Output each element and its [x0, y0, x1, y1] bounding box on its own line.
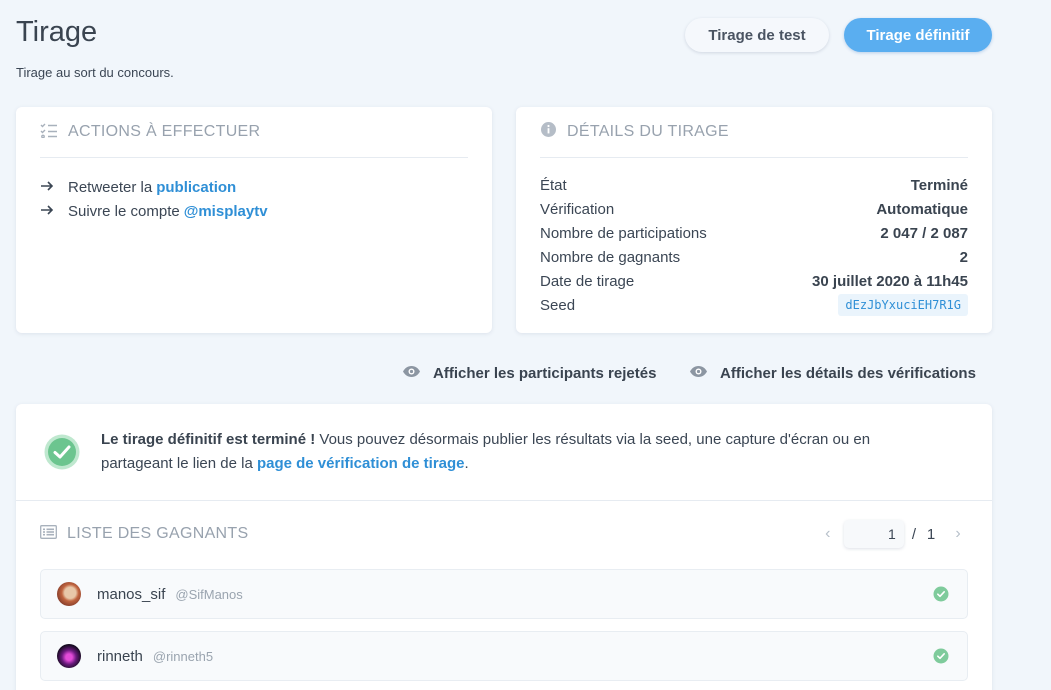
winner-row[interactable]: rinneth @rinneth5 [40, 631, 968, 681]
checklist-icon [40, 122, 58, 143]
check-circle-icon [44, 434, 80, 475]
arrow-right-icon [40, 179, 56, 196]
winners-title: LISTE DES GAGNANTS [67, 525, 249, 542]
final-draw-button[interactable]: Tirage définitif [844, 18, 992, 52]
eye-icon [689, 365, 708, 382]
details-card-header: DÉTAILS DU TIRAGE [540, 107, 968, 158]
action-item-follow: Suivre le compte @misplaytv [40, 199, 268, 223]
detail-label: Date de tirage [540, 272, 635, 290]
details-card: DÉTAILS DU TIRAGE État Terminé Vérificat… [516, 107, 992, 333]
avatar [57, 644, 81, 668]
result-message-bold: Le tirage définitif est terminé ! [101, 431, 316, 448]
eye-icon [402, 365, 421, 382]
page-subtitle: Tirage au sort du concours. [16, 65, 174, 80]
result-message: Le tirage définitif est terminé ! Vous p… [101, 428, 932, 476]
page-input[interactable] [843, 520, 904, 548]
winner-handle: @SifManos [175, 586, 243, 602]
chevron-left-icon[interactable]: ‹ [818, 525, 838, 543]
avatar [57, 582, 81, 606]
page-title: Tirage [16, 16, 98, 48]
result-message-end: . [464, 455, 469, 472]
winner-handle: @rinneth5 [152, 648, 214, 664]
show-rejected-label: Afficher les participants rejetés [433, 365, 657, 382]
publication-link[interactable]: publication [156, 179, 236, 196]
divider [16, 500, 992, 501]
actions-card-header: ACTIONS À EFFECTUER [40, 107, 468, 158]
chevron-right-icon[interactable]: › [948, 525, 968, 543]
actions-card: ACTIONS À EFFECTUER Retweeter la publica… [16, 107, 492, 333]
seed-code: dEzJbYxuciEH7R1G [838, 294, 968, 316]
account-link[interactable]: @misplaytv [184, 203, 268, 220]
winner-name: manos_sif [97, 585, 166, 603]
show-verifications-label: Afficher les détails des vérifications [720, 365, 976, 382]
check-circle-icon [933, 648, 949, 669]
winner-name: rinneth [97, 647, 143, 665]
result-card: Le tirage définitif est terminé ! Vous p… [16, 404, 992, 690]
detail-label: Seed [540, 296, 576, 314]
actions-list: Retweeter la publication Suivre le compt… [40, 175, 268, 223]
show-rejected-link[interactable]: Afficher les participants rejetés [402, 365, 656, 382]
detail-value: 30 juillet 2020 à 11h45 [812, 272, 968, 290]
list-icon [40, 524, 57, 544]
detail-label: État [540, 176, 567, 194]
test-draw-button[interactable]: Tirage de test [685, 18, 829, 52]
details-card-title: DÉTAILS DU TIRAGE [567, 123, 729, 140]
page-total: 1 [926, 525, 936, 543]
detail-label: Nombre de participations [540, 224, 707, 242]
detail-label: Vérification [540, 200, 615, 218]
detail-row-verification: Vérification Automatique [540, 197, 968, 221]
arrow-right-icon [40, 203, 56, 220]
detail-value: 2 [959, 248, 968, 266]
show-verifications-link[interactable]: Afficher les détails des vérifications [689, 365, 976, 382]
check-circle-icon [933, 586, 949, 607]
details-list: État Terminé Vérification Automatique No… [540, 173, 968, 317]
action-item-text: Retweeter la [68, 178, 153, 196]
winners-header: LISTE DES GAGNANTS ‹ / 1 › [40, 520, 968, 548]
detail-label: Nombre de gagnants [540, 248, 681, 266]
action-item-text: Suivre le compte [68, 202, 180, 220]
actions-card-title: ACTIONS À EFFECTUER [68, 123, 261, 140]
page-separator: / [911, 525, 916, 543]
detail-row-date: Date de tirage 30 juillet 2020 à 11h45 [540, 269, 968, 293]
action-item-retweet: Retweeter la publication [40, 175, 268, 199]
detail-value: Terminé [910, 176, 968, 194]
detail-row-participations: Nombre de participations 2 047 / 2 087 [540, 221, 968, 245]
detail-row-seed: Seed dEzJbYxuciEH7R1G [540, 293, 968, 317]
detail-row-winners-count: Nombre de gagnants 2 [540, 245, 968, 269]
verification-page-link[interactable]: page de vérification de tirage [257, 455, 465, 472]
detail-value: 2 047 / 2 087 [880, 224, 968, 242]
detail-value: Automatique [876, 200, 968, 218]
detail-row-state: État Terminé [540, 173, 968, 197]
info-icon [540, 121, 557, 143]
winner-row[interactable]: manos_sif @SifManos [40, 569, 968, 619]
pagination: ‹ / 1 › [818, 520, 968, 548]
